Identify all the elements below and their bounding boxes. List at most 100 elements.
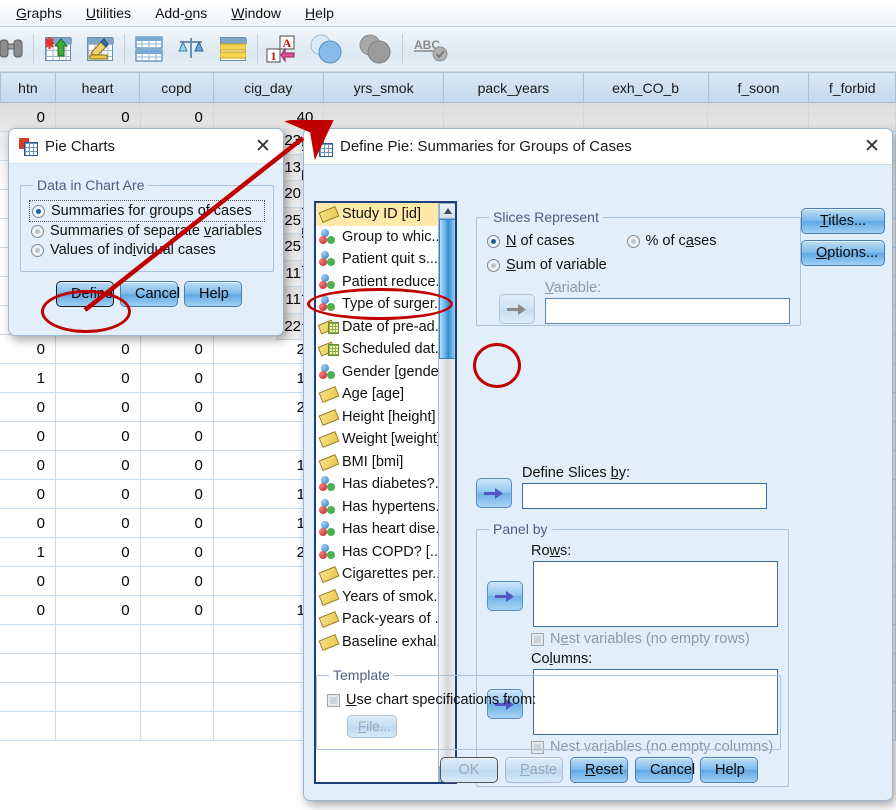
help-button[interactable]: Help	[184, 281, 242, 307]
table-cell[interactable]	[55, 683, 141, 712]
table-cell[interactable]: 0	[140, 422, 214, 451]
list-item[interactable]: Weight [weight]	[316, 428, 438, 451]
table-cell[interactable]: 0	[140, 364, 214, 393]
ok-button[interactable]: OK	[440, 757, 498, 783]
menu-item-window[interactable]: Window	[219, 2, 293, 24]
insert-variable-icon[interactable]	[79, 28, 121, 70]
table-cell[interactable]	[140, 683, 214, 712]
table-cell[interactable]: 0	[140, 451, 214, 480]
menu-item-graphs[interactable]: Graphs	[4, 2, 74, 24]
table-cell[interactable]: 0	[55, 451, 141, 480]
scrollbar-thumb[interactable]	[439, 219, 455, 359]
table-cell[interactable]: 0	[140, 596, 214, 625]
table-cell[interactable]: 0	[140, 567, 214, 596]
column-header[interactable]: pack_years	[444, 72, 584, 103]
table-cell[interactable]: 0	[55, 335, 141, 364]
column-header[interactable]: copd	[140, 72, 214, 103]
table-cell[interactable]	[0, 683, 56, 712]
list-item[interactable]: Cigarettes per...	[316, 563, 438, 586]
list-item[interactable]: Years of smok...	[316, 586, 438, 609]
table-cell[interactable]: 0	[0, 509, 56, 538]
radio-summaries-groups-of-cases[interactable]: Summaries for groups of cases	[29, 200, 265, 222]
scroll-up-icon[interactable]	[439, 203, 455, 219]
table-cell[interactable]: 0	[0, 451, 56, 480]
close-icon[interactable]: ✕	[251, 134, 275, 158]
weight-cases-icon[interactable]	[170, 28, 212, 70]
table-cell[interactable]: 0	[0, 422, 56, 451]
reset-button[interactable]: Reset	[570, 757, 628, 783]
table-cell[interactable]: 0	[140, 509, 214, 538]
list-item[interactable]: Has diabetes?...	[316, 473, 438, 496]
table-cell[interactable]: 0	[0, 335, 56, 364]
table-cell[interactable]: 0	[140, 393, 214, 422]
table-cell[interactable]: 1	[0, 364, 56, 393]
paste-button[interactable]: Paste	[505, 757, 563, 783]
column-header[interactable]: heart	[55, 72, 141, 103]
spell-check-icon[interactable]: ABC	[406, 28, 456, 70]
column-header[interactable]: f_soon	[708, 72, 810, 103]
table-cell[interactable]: 0	[55, 480, 141, 509]
column-header[interactable]: cig_day	[213, 72, 325, 103]
menu-item-addons[interactable]: Add-ons	[143, 2, 219, 24]
table-cell[interactable]	[0, 625, 56, 654]
table-cell[interactable]: 0	[0, 393, 56, 422]
define-slices-by-field[interactable]	[522, 483, 767, 509]
column-header[interactable]: f_forbid	[809, 72, 896, 103]
table-cell[interactable]: 0	[55, 538, 141, 567]
table-cell[interactable]: 0	[55, 509, 141, 538]
panel-rows-field[interactable]	[533, 561, 778, 627]
nest-rows-checkbox[interactable]: Nest variables (no empty rows)	[487, 631, 778, 647]
file-button[interactable]: File...	[347, 715, 397, 738]
move-variable-button[interactable]	[499, 294, 535, 324]
radio-pct-of-cases[interactable]: % of cases	[626, 233, 716, 249]
table-cell[interactable]: 0	[55, 596, 141, 625]
show-all-variables-icon[interactable]	[351, 28, 399, 70]
table-cell[interactable]: 0	[0, 596, 56, 625]
table-cell[interactable]: 0	[140, 335, 214, 364]
find-binoculars-icon[interactable]	[0, 28, 30, 70]
list-item[interactable]: Baseline exhal...	[316, 631, 438, 654]
cancel-button[interactable]: Cancel	[120, 281, 180, 307]
list-item[interactable]: Study ID [id]	[316, 203, 438, 226]
radio-sum-of-variable[interactable]: Sum of variable	[487, 257, 790, 273]
column-header[interactable]: htn	[0, 72, 56, 103]
table-cell[interactable]: 0	[55, 393, 141, 422]
radio-summaries-separate-variables[interactable]: Summaries of separate variables	[31, 223, 263, 239]
define-pie-dialog[interactable]: Define Pie: Summaries for Groups of Case…	[303, 128, 893, 801]
titles-button[interactable]: Titles...	[801, 208, 885, 234]
help-button[interactable]: Help	[700, 757, 758, 783]
table-cell[interactable]	[55, 654, 141, 683]
table-cell[interactable]	[55, 712, 141, 741]
table-cell[interactable]	[0, 654, 56, 683]
panel-rows-arrow-button[interactable]	[487, 581, 523, 611]
list-item[interactable]: Patient quit s...	[316, 248, 438, 271]
table-cell[interactable]: 0	[55, 364, 141, 393]
menu-item-help[interactable]: Help	[293, 2, 346, 24]
insert-case-icon[interactable]	[37, 28, 79, 70]
list-item[interactable]: Group to whic...	[316, 226, 438, 249]
column-header[interactable]: yrs_smok	[324, 72, 445, 103]
list-item[interactable]: Pack-years of ...	[316, 608, 438, 631]
table-cell[interactable]: 0	[0, 567, 56, 596]
cancel-button[interactable]: Cancel	[635, 757, 695, 783]
table-cell[interactable]	[140, 625, 214, 654]
table-cell[interactable]	[140, 654, 214, 683]
table-cell[interactable]	[140, 712, 214, 741]
variable-field[interactable]	[545, 298, 790, 324]
list-item[interactable]: Has heart dise...	[316, 518, 438, 541]
list-item[interactable]: Age [age]	[316, 383, 438, 406]
define-slices-by-arrow-button[interactable]	[476, 478, 512, 508]
table-cell[interactable]: 0	[55, 422, 141, 451]
use-chart-specifications-checkbox[interactable]: Use chart specifications from:	[327, 692, 770, 708]
list-item[interactable]: Has hypertens...	[316, 496, 438, 519]
select-cases-icon[interactable]	[212, 28, 254, 70]
radio-n-of-cases[interactable]: N of cases	[487, 233, 575, 249]
column-header[interactable]: exh_CO_b	[583, 72, 709, 103]
list-item[interactable]: Gender [gender]	[316, 361, 438, 384]
table-cell[interactable]	[0, 712, 56, 741]
table-cell[interactable]: 0	[140, 480, 214, 509]
table-cell[interactable]	[55, 625, 141, 654]
table-cell[interactable]: 0	[140, 538, 214, 567]
options-button[interactable]: Options...	[801, 240, 885, 266]
list-item[interactable]: Has COPD? [...	[316, 541, 438, 564]
